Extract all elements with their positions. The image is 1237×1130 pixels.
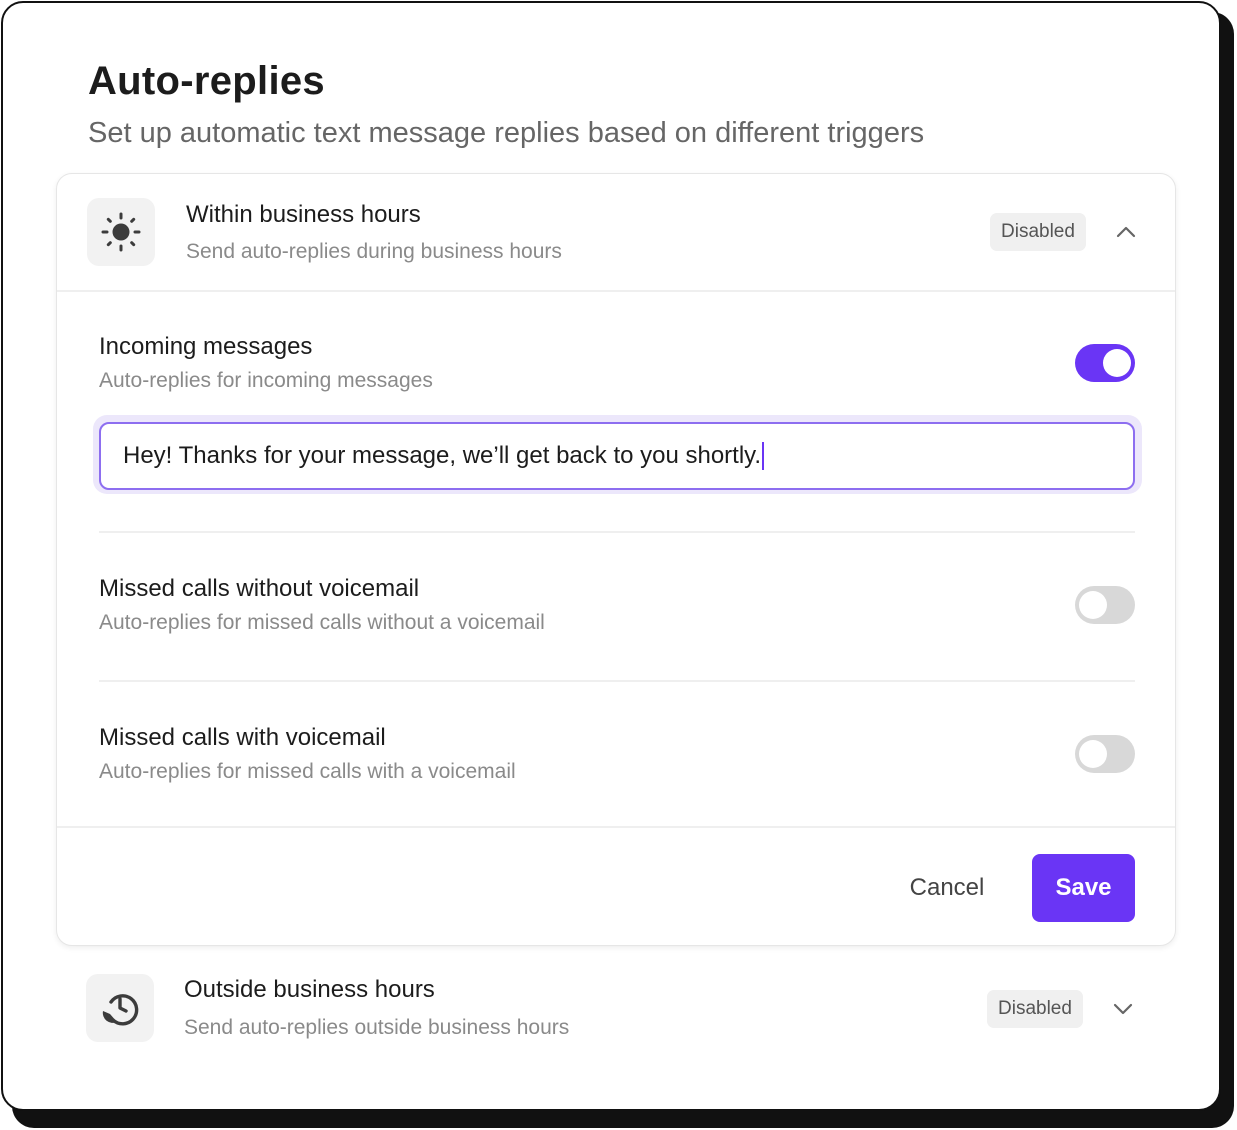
divider: [99, 531, 1135, 533]
auto-reply-message-text: Hey! Thanks for your message, we’ll get …: [123, 442, 762, 469]
status-badge: Disabled: [987, 990, 1083, 1028]
chevron-up-icon[interactable]: [1114, 220, 1138, 244]
toggle-knob: [1079, 740, 1107, 768]
window: Auto-replies Set up automatic text messa…: [1, 1, 1221, 1111]
missed-calls-with-voicemail-toggle[interactable]: [1075, 735, 1135, 773]
section-title: Outside business hours: [184, 976, 435, 1003]
business-hours-card: Within business hours Send auto-replies …: [56, 173, 1176, 946]
row-description: Auto-replies for incoming messages: [99, 369, 433, 392]
status-badge: Disabled: [990, 213, 1086, 251]
row-title: Incoming messages: [99, 333, 313, 360]
section-description: Send auto-replies during business hours: [186, 240, 562, 263]
toggle-knob: [1079, 591, 1107, 619]
section-title: Within business hours: [186, 201, 421, 228]
divider: [57, 826, 1175, 828]
save-button[interactable]: Save: [1032, 854, 1135, 922]
cancel-button[interactable]: Cancel: [887, 854, 1007, 922]
toggle-knob: [1103, 349, 1131, 377]
row-title: Missed calls without voicemail: [99, 575, 420, 602]
divider: [99, 680, 1135, 682]
clock-history-icon: [86, 974, 154, 1042]
sun-icon: [87, 198, 155, 266]
missed-calls-without-voicemail-toggle[interactable]: [1075, 586, 1135, 624]
row-title: Missed calls with voicemail: [99, 724, 386, 751]
incoming-messages-toggle[interactable]: [1075, 344, 1135, 382]
auto-reply-message-input[interactable]: Hey! Thanks for your message, we’ll get …: [99, 422, 1135, 490]
text-caret: [762, 442, 765, 470]
section-description: Send auto-replies outside business hours: [184, 1016, 570, 1039]
page-subtitle: Set up automatic text message replies ba…: [88, 117, 925, 149]
page-title: Auto-replies: [88, 59, 325, 103]
divider: [57, 290, 1175, 292]
chevron-down-icon[interactable]: [1111, 997, 1135, 1021]
row-description: Auto-replies for missed calls with a voi…: [99, 760, 516, 783]
row-description: Auto-replies for missed calls without a …: [99, 611, 545, 634]
